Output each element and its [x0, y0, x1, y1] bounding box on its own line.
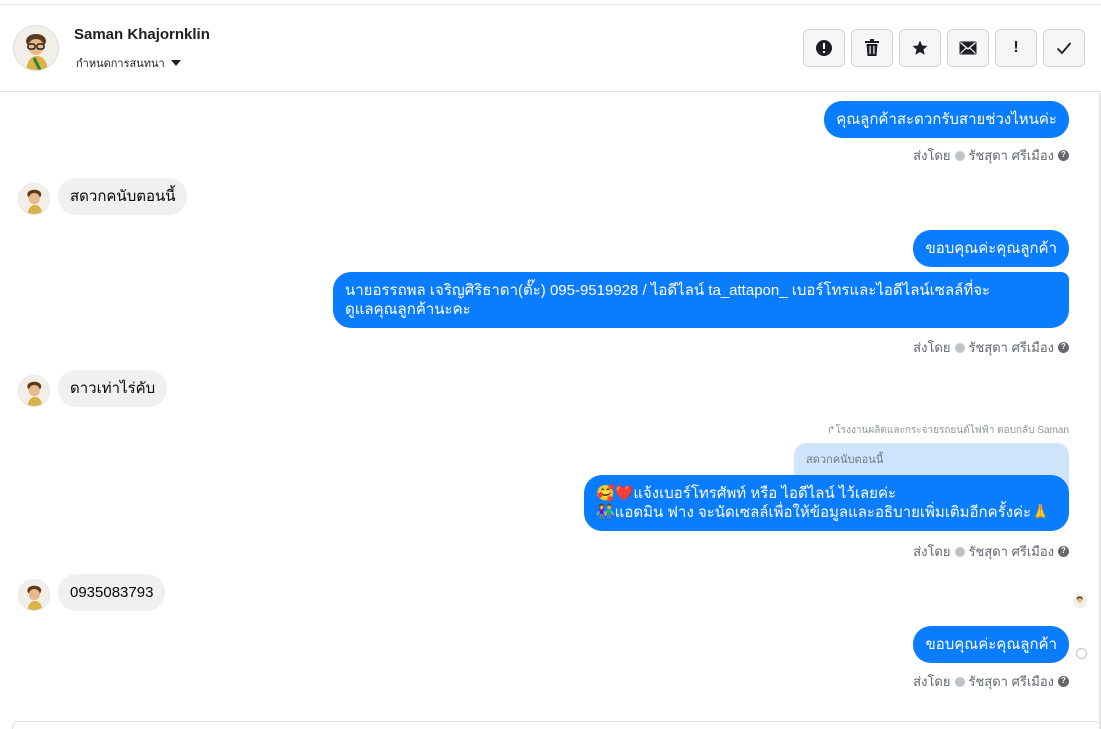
help-icon[interactable]: ?	[1058, 342, 1069, 353]
message-line: ดูแลคุณลูกค้านะคะ	[345, 301, 471, 318]
outgoing-message[interactable]: 🥰❤️แจ้งเบอร์โทรศัพท์ หรือ ไอดีไลน์ ไว้เล…	[584, 475, 1069, 531]
delete-button[interactable]	[851, 29, 893, 67]
sent-by-label: ส่งโดย	[913, 674, 951, 689]
contact-avatar-small	[18, 375, 50, 407]
checkmark-icon	[1056, 42, 1072, 55]
outgoing-message[interactable]: ขอบคุณค่ะคุณลูกค้า	[913, 230, 1069, 267]
check-circle-icon	[954, 150, 965, 161]
sent-by-info: ส่งโดย รัชสุดา ศรีเมือง ?	[913, 145, 1069, 166]
caret-down-icon	[170, 60, 181, 66]
incoming-message[interactable]: 0935083793	[58, 574, 166, 611]
check-circle-icon	[954, 342, 965, 353]
conversation-header: Saman Khajornklin กำหนดการสนทนา !	[0, 5, 1101, 92]
incoming-message[interactable]: ดาวเท่าไร่คับ	[58, 370, 168, 407]
mark-unread-button[interactable]	[947, 29, 989, 67]
star-icon	[912, 40, 928, 55]
follow-up-button[interactable]: !	[995, 29, 1037, 67]
envelope-icon	[959, 41, 977, 55]
contact-avatar-small	[18, 579, 50, 611]
conversation-toolbar: !	[803, 29, 1085, 67]
check-circle-icon	[954, 676, 965, 687]
sent-status-icon	[1076, 648, 1087, 659]
outgoing-message[interactable]: ขอบคุณค่ะคุณลูกค้า	[913, 626, 1069, 663]
reply-note: ↱โรงงานผลิตและกระจายรถยนต์ไฟฟ้า ตอบกลับ …	[827, 423, 1069, 438]
sent-by-label: ส่งโดย	[913, 340, 951, 355]
outgoing-message[interactable]: คุณลูกค้าสะดวกรับสายช่วงไหนค่ะ	[824, 101, 1069, 138]
agent-name: รัชสุดา ศรีเมือง	[968, 544, 1055, 559]
assign-conversation-dropdown[interactable]: กำหนดการสนทนา	[76, 54, 181, 72]
contact-avatar-small	[18, 183, 50, 215]
help-icon[interactable]: ?	[1058, 676, 1069, 687]
sent-by-info: ส่งโดย รัชสุดา ศรีเมือง ?	[913, 337, 1069, 358]
trash-icon	[865, 39, 879, 56]
message-thread: คุณลูกค้าสะดวกรับสายช่วงไหนค่ะ ส่งโดย รั…	[0, 93, 1101, 729]
incoming-message[interactable]: สดวกคนับตอนนี้	[58, 178, 188, 215]
outgoing-message[interactable]: นายอรรถพล เจริญศิริธาดา(ตั๊ะ) 095-951992…	[333, 272, 1069, 328]
message-line: 🥰❤️แจ้งเบอร์โทรศัพท์ หรือ ไอดีไลน์ ไว้เล…	[596, 485, 897, 502]
reply-note-text: โรงงานผลิตและกระจายรถยนต์ไฟฟ้า ตอบกลับ S…	[835, 425, 1069, 436]
message-line: นายอรรถพล เจริญศิริธาดา(ตั๊ะ) 095-951992…	[345, 282, 991, 299]
help-icon[interactable]: ?	[1058, 150, 1069, 161]
done-button[interactable]	[1043, 29, 1085, 67]
spam-button[interactable]	[803, 29, 845, 67]
seen-indicator-avatar	[1073, 594, 1087, 608]
star-button[interactable]	[899, 29, 941, 67]
exclamation-icon: !	[1013, 39, 1019, 56]
help-icon[interactable]: ?	[1058, 546, 1069, 557]
sent-by-label: ส่งโดย	[913, 148, 951, 163]
message-composer[interactable]	[12, 721, 1101, 729]
contact-name: Saman Khajornklin	[74, 26, 210, 43]
agent-name: รัชสุดา ศรีเมือง	[968, 148, 1055, 163]
alert-circle-icon	[816, 40, 832, 56]
sent-by-info: ส่งโดย รัชสุดา ศรีเมือง ?	[913, 541, 1069, 562]
message-line: 👫แอดมิน ฟาง จะนัดเซลล์เพื่อให้ข้อมูลและอ…	[596, 504, 1050, 521]
contact-avatar[interactable]	[13, 25, 59, 71]
check-circle-icon	[954, 546, 965, 557]
assign-conversation-label: กำหนดการสนทนา	[76, 58, 165, 70]
sent-by-label: ส่งโดย	[913, 544, 951, 559]
sent-by-info: ส่งโดย รัชสุดา ศรีเมือง ?	[913, 671, 1069, 692]
agent-name: รัชสุดา ศรีเมือง	[968, 674, 1055, 689]
agent-name: รัชสุดา ศรีเมือง	[968, 340, 1055, 355]
